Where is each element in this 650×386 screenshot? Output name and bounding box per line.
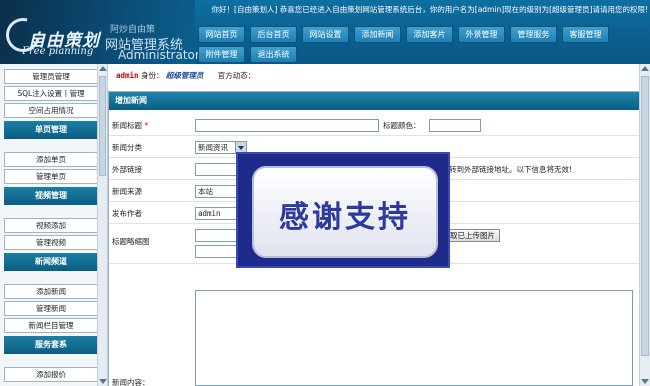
nav-attachment-manage[interactable]: 附件管理 xyxy=(198,46,245,63)
admin-role: 超级管理员 xyxy=(165,71,204,80)
sidebar-item-manage-video[interactable]: 管理视频 xyxy=(4,235,98,250)
scroll-down-icon[interactable] xyxy=(99,379,107,384)
news-title-input[interactable] xyxy=(195,119,379,132)
source-label: 新闻来源 xyxy=(112,187,142,196)
author-label: 发布作者 xyxy=(112,209,142,218)
nav-site-home[interactable]: 网站首页 xyxy=(198,26,245,43)
nav-service-manage[interactable]: 管理服务 xyxy=(510,26,557,43)
nav-support-manage[interactable]: 客服管理 xyxy=(562,26,609,43)
thanks-overlay: 感谢支持 xyxy=(236,152,450,268)
scroll-up-icon[interactable] xyxy=(641,66,649,71)
content-label: 新闻内容： xyxy=(112,378,150,386)
sidebar-section-service[interactable]: 服务套系 xyxy=(4,336,98,354)
header: 自由策划 Free planning 阿炒自由策 网站管理系统 Administ… xyxy=(0,0,650,64)
sidebar-section-news[interactable]: 新闻频道 xyxy=(4,253,98,271)
administrator-label: Administrator xyxy=(118,48,200,62)
sidebar-scrollbar[interactable] xyxy=(97,64,107,386)
sidebar-item-add-quote[interactable]: 添加报价 xyxy=(4,367,98,382)
news-content-editor[interactable] xyxy=(195,290,633,386)
main-scrollbar[interactable] xyxy=(639,64,650,386)
sidebar-item-admin-manage[interactable]: 管理员管理 xyxy=(4,69,98,84)
sidebar-item-add-page[interactable]: 添加单页 xyxy=(4,152,98,167)
admin-username: admin xyxy=(116,71,139,80)
sidebar-item-sql-injection[interactable]: SQL注入设置丨管理 xyxy=(4,86,98,101)
sidebar-item-manage-news[interactable]: 管理新闻 xyxy=(4,301,98,316)
welcome-message: 你好！[自由策划人] 恭喜您已经进入自由策划网站管理系统后台，你的用户名为[ad… xyxy=(211,5,648,14)
title-color-label: 标题颜色： xyxy=(383,121,421,130)
sidebar-item-space-usage[interactable]: 空间占用情况 xyxy=(4,103,98,118)
news-title-label: 新闻标题 * xyxy=(112,121,149,130)
external-link-label: 外部链接 xyxy=(112,165,142,174)
sidebar-section-video[interactable]: 视频管理 xyxy=(4,187,98,205)
nav-admin-home[interactable]: 后台首页 xyxy=(250,26,297,43)
sidebar-item-add-news[interactable]: 添加新闻 xyxy=(4,284,98,299)
sidebar-item-add-video[interactable]: 视频添加 xyxy=(4,218,98,233)
pick-uploaded-image-button[interactable]: 取已上传图片 xyxy=(445,229,500,242)
row-news-title: 新闻标题 * 标题颜色： xyxy=(109,114,639,136)
title-color-input[interactable] xyxy=(429,119,481,132)
scroll-down-icon[interactable] xyxy=(641,379,649,384)
logo-sub-text: Free planning xyxy=(22,46,94,57)
sidebar-item-manage-pages[interactable]: 管理单页 xyxy=(4,169,98,184)
external-link-note: 转到外部链接地址。以下信息将无效! xyxy=(449,165,573,174)
nav-logout[interactable]: 退出系统 xyxy=(250,46,297,63)
dynamic-label: 官方动态： xyxy=(217,71,256,80)
nav-add-news[interactable]: 添加新闻 xyxy=(354,26,401,43)
sidebar-item-news-category[interactable]: 新闻栏目管理 xyxy=(4,318,98,333)
admin-status-bar: admin 身份： 超级管理员 官方动态： xyxy=(116,70,255,81)
role-label: 身份： xyxy=(140,71,164,80)
panel-title: 增加新闻 xyxy=(109,92,639,110)
nav-site-settings[interactable]: 网站设置 xyxy=(302,26,349,43)
category-label: 新闻分类 xyxy=(112,143,142,152)
nav-add-client-photo[interactable]: 添加客片 xyxy=(406,26,453,43)
sidebar: 管理员管理 SQL注入设置丨管理 空间占用情况 单页管理 添加单页 管理单页 视… xyxy=(0,64,108,386)
thumbnail-label: 标题略缩图 xyxy=(112,237,150,246)
nav-outdoor-manage[interactable]: 外景管理 xyxy=(458,26,505,43)
scroll-thumb[interactable] xyxy=(641,76,649,356)
scroll-thumb[interactable] xyxy=(99,76,106,176)
thanks-card: 感谢支持 xyxy=(252,166,438,258)
sidebar-section-pages[interactable]: 单页管理 xyxy=(4,121,98,139)
scroll-up-icon[interactable] xyxy=(99,66,107,71)
thanks-text: 感谢支持 xyxy=(279,200,411,235)
